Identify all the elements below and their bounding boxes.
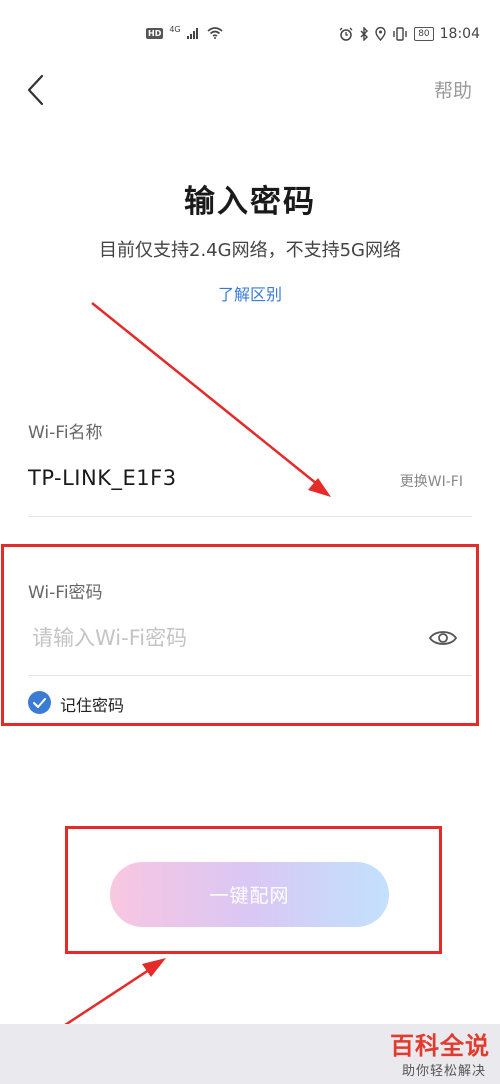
annotation-box-password [1,544,479,726]
bluetooth-icon [360,27,369,41]
battery-indicator: 80 [414,27,434,41]
signal-icon [186,28,198,39]
network-type: 4G [169,24,181,34]
vibrate-icon [393,27,407,41]
wifi-name-label: Wi-Fi名称 [28,423,103,443]
back-arrow-icon [27,74,44,106]
annotation-arrow-top [91,302,323,489]
alarm-icon [339,27,353,41]
annotation-box-button [65,826,442,954]
learn-difference-link[interactable]: 了解区别 [0,281,500,305]
page-title: 输入密码 [184,184,316,220]
annotation-arrow-bottom-head [142,958,166,977]
watermark-sub: 助你轻松解决 [401,1064,486,1079]
network-subtitle: 目前仅支持2.4G网络，不支持5G网络 [99,240,401,261]
location-icon [375,27,386,41]
watermark-logo: 百科全说 助你轻松解决 [372,1026,490,1082]
help-link[interactable]: 帮助 [434,76,472,103]
divider [28,516,472,517]
back-button[interactable] [20,72,50,108]
watermark-main: 百科全说 [390,1032,490,1060]
change-wifi-link[interactable]: 更换WI-FI [400,471,463,491]
wifi-name-value: TP-LINK_E1F3 [28,466,177,490]
status-bar: HD 4G 80 18:04 [0,0,500,70]
status-right: 80 18:04 [339,26,480,42]
status-time: 18:04 [439,26,480,42]
status-left: HD 4G [146,24,223,39]
annotation-arrow-top-head [308,478,331,497]
hd-badge: HD [146,27,164,39]
wifi-signal-icon [207,27,223,39]
